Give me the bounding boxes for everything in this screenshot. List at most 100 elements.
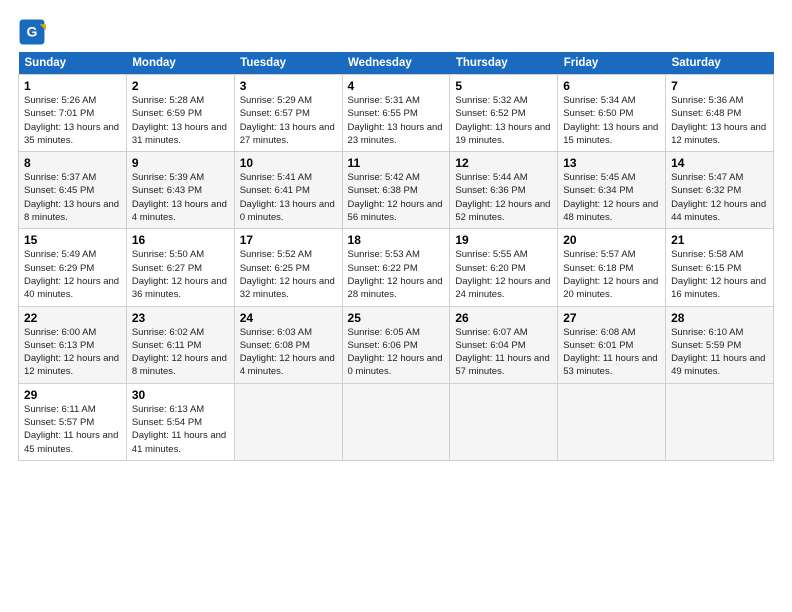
calendar-day-cell: 12Sunrise: 5:44 AMSunset: 6:36 PMDayligh… <box>450 152 558 229</box>
calendar-week-row: 29Sunrise: 6:11 AMSunset: 5:57 PMDayligh… <box>19 383 774 460</box>
day-info: Sunrise: 5:29 AMSunset: 6:57 PMDaylight:… <box>240 94 337 147</box>
calendar-day-cell <box>666 383 774 460</box>
day-info: Sunrise: 5:57 AMSunset: 6:18 PMDaylight:… <box>563 248 660 301</box>
day-number: 22 <box>24 311 121 325</box>
calendar-day-cell: 1Sunrise: 5:26 AMSunset: 7:01 PMDaylight… <box>19 75 127 152</box>
day-number: 17 <box>240 233 337 247</box>
calendar-day-cell <box>450 383 558 460</box>
day-info: Sunrise: 5:32 AMSunset: 6:52 PMDaylight:… <box>455 94 552 147</box>
day-info: Sunrise: 5:41 AMSunset: 6:41 PMDaylight:… <box>240 171 337 224</box>
day-number: 25 <box>348 311 445 325</box>
calendar-day-cell: 30Sunrise: 6:13 AMSunset: 5:54 PMDayligh… <box>126 383 234 460</box>
day-info: Sunrise: 5:31 AMSunset: 6:55 PMDaylight:… <box>348 94 445 147</box>
calendar-day-cell: 25Sunrise: 6:05 AMSunset: 6:06 PMDayligh… <box>342 306 450 383</box>
day-number: 26 <box>455 311 552 325</box>
day-number: 20 <box>563 233 660 247</box>
calendar-week-row: 22Sunrise: 6:00 AMSunset: 6:13 PMDayligh… <box>19 306 774 383</box>
day-number: 23 <box>132 311 229 325</box>
calendar-day-cell <box>342 383 450 460</box>
logo: G <box>18 18 50 46</box>
calendar-day-cell <box>234 383 342 460</box>
calendar-page: G SundayMondayTuesdayWednesdayThursdayFr… <box>0 0 792 612</box>
calendar-day-cell <box>558 383 666 460</box>
day-number: 14 <box>671 156 768 170</box>
day-number: 12 <box>455 156 552 170</box>
calendar-day-cell: 17Sunrise: 5:52 AMSunset: 6:25 PMDayligh… <box>234 229 342 306</box>
calendar-day-cell: 8Sunrise: 5:37 AMSunset: 6:45 PMDaylight… <box>19 152 127 229</box>
calendar-body: 1Sunrise: 5:26 AMSunset: 7:01 PMDaylight… <box>19 75 774 461</box>
calendar-week-row: 1Sunrise: 5:26 AMSunset: 7:01 PMDaylight… <box>19 75 774 152</box>
header-day: Monday <box>126 52 234 75</box>
day-number: 30 <box>132 388 229 402</box>
header-day: Saturday <box>666 52 774 75</box>
day-info: Sunrise: 6:00 AMSunset: 6:13 PMDaylight:… <box>24 326 121 379</box>
day-number: 13 <box>563 156 660 170</box>
day-number: 15 <box>24 233 121 247</box>
day-info: Sunrise: 6:11 AMSunset: 5:57 PMDaylight:… <box>24 403 121 456</box>
day-info: Sunrise: 5:55 AMSunset: 6:20 PMDaylight:… <box>455 248 552 301</box>
day-info: Sunrise: 6:13 AMSunset: 5:54 PMDaylight:… <box>132 403 229 456</box>
day-number: 27 <box>563 311 660 325</box>
day-number: 3 <box>240 79 337 93</box>
calendar-day-cell: 2Sunrise: 5:28 AMSunset: 6:59 PMDaylight… <box>126 75 234 152</box>
day-info: Sunrise: 5:47 AMSunset: 6:32 PMDaylight:… <box>671 171 768 224</box>
calendar-header: SundayMondayTuesdayWednesdayThursdayFrid… <box>19 52 774 75</box>
day-info: Sunrise: 5:36 AMSunset: 6:48 PMDaylight:… <box>671 94 768 147</box>
header-day: Friday <box>558 52 666 75</box>
svg-text:G: G <box>27 24 38 40</box>
day-info: Sunrise: 6:08 AMSunset: 6:01 PMDaylight:… <box>563 326 660 379</box>
calendar-day-cell: 3Sunrise: 5:29 AMSunset: 6:57 PMDaylight… <box>234 75 342 152</box>
calendar-day-cell: 13Sunrise: 5:45 AMSunset: 6:34 PMDayligh… <box>558 152 666 229</box>
day-number: 16 <box>132 233 229 247</box>
header-day: Tuesday <box>234 52 342 75</box>
header-day: Thursday <box>450 52 558 75</box>
calendar-day-cell: 4Sunrise: 5:31 AMSunset: 6:55 PMDaylight… <box>342 75 450 152</box>
day-info: Sunrise: 5:26 AMSunset: 7:01 PMDaylight:… <box>24 94 121 147</box>
calendar-day-cell: 11Sunrise: 5:42 AMSunset: 6:38 PMDayligh… <box>342 152 450 229</box>
header-row: SundayMondayTuesdayWednesdayThursdayFrid… <box>19 52 774 75</box>
day-number: 6 <box>563 79 660 93</box>
day-number: 10 <box>240 156 337 170</box>
calendar-day-cell: 18Sunrise: 5:53 AMSunset: 6:22 PMDayligh… <box>342 229 450 306</box>
logo-icon: G <box>18 18 46 46</box>
day-number: 18 <box>348 233 445 247</box>
day-info: Sunrise: 6:05 AMSunset: 6:06 PMDaylight:… <box>348 326 445 379</box>
day-number: 2 <box>132 79 229 93</box>
day-info: Sunrise: 5:52 AMSunset: 6:25 PMDaylight:… <box>240 248 337 301</box>
day-number: 29 <box>24 388 121 402</box>
calendar-day-cell: 22Sunrise: 6:00 AMSunset: 6:13 PMDayligh… <box>19 306 127 383</box>
day-info: Sunrise: 5:53 AMSunset: 6:22 PMDaylight:… <box>348 248 445 301</box>
day-info: Sunrise: 5:45 AMSunset: 6:34 PMDaylight:… <box>563 171 660 224</box>
calendar-day-cell: 28Sunrise: 6:10 AMSunset: 5:59 PMDayligh… <box>666 306 774 383</box>
day-info: Sunrise: 5:58 AMSunset: 6:15 PMDaylight:… <box>671 248 768 301</box>
day-number: 5 <box>455 79 552 93</box>
calendar-day-cell: 7Sunrise: 5:36 AMSunset: 6:48 PMDaylight… <box>666 75 774 152</box>
calendar-day-cell: 24Sunrise: 6:03 AMSunset: 6:08 PMDayligh… <box>234 306 342 383</box>
day-info: Sunrise: 6:10 AMSunset: 5:59 PMDaylight:… <box>671 326 768 379</box>
day-info: Sunrise: 5:42 AMSunset: 6:38 PMDaylight:… <box>348 171 445 224</box>
calendar-day-cell: 16Sunrise: 5:50 AMSunset: 6:27 PMDayligh… <box>126 229 234 306</box>
header-day: Sunday <box>19 52 127 75</box>
calendar-day-cell: 26Sunrise: 6:07 AMSunset: 6:04 PMDayligh… <box>450 306 558 383</box>
calendar-day-cell: 27Sunrise: 6:08 AMSunset: 6:01 PMDayligh… <box>558 306 666 383</box>
calendar-day-cell: 14Sunrise: 5:47 AMSunset: 6:32 PMDayligh… <box>666 152 774 229</box>
calendar-day-cell: 6Sunrise: 5:34 AMSunset: 6:50 PMDaylight… <box>558 75 666 152</box>
calendar-day-cell: 21Sunrise: 5:58 AMSunset: 6:15 PMDayligh… <box>666 229 774 306</box>
calendar-day-cell: 19Sunrise: 5:55 AMSunset: 6:20 PMDayligh… <box>450 229 558 306</box>
calendar-day-cell: 5Sunrise: 5:32 AMSunset: 6:52 PMDaylight… <box>450 75 558 152</box>
header: G <box>18 18 774 46</box>
day-number: 24 <box>240 311 337 325</box>
calendar-week-row: 15Sunrise: 5:49 AMSunset: 6:29 PMDayligh… <box>19 229 774 306</box>
day-info: Sunrise: 5:37 AMSunset: 6:45 PMDaylight:… <box>24 171 121 224</box>
day-number: 19 <box>455 233 552 247</box>
day-info: Sunrise: 5:49 AMSunset: 6:29 PMDaylight:… <box>24 248 121 301</box>
calendar-day-cell: 20Sunrise: 5:57 AMSunset: 6:18 PMDayligh… <box>558 229 666 306</box>
header-day: Wednesday <box>342 52 450 75</box>
day-number: 8 <box>24 156 121 170</box>
day-number: 9 <box>132 156 229 170</box>
day-number: 7 <box>671 79 768 93</box>
day-number: 28 <box>671 311 768 325</box>
calendar-day-cell: 9Sunrise: 5:39 AMSunset: 6:43 PMDaylight… <box>126 152 234 229</box>
day-number: 4 <box>348 79 445 93</box>
day-number: 21 <box>671 233 768 247</box>
